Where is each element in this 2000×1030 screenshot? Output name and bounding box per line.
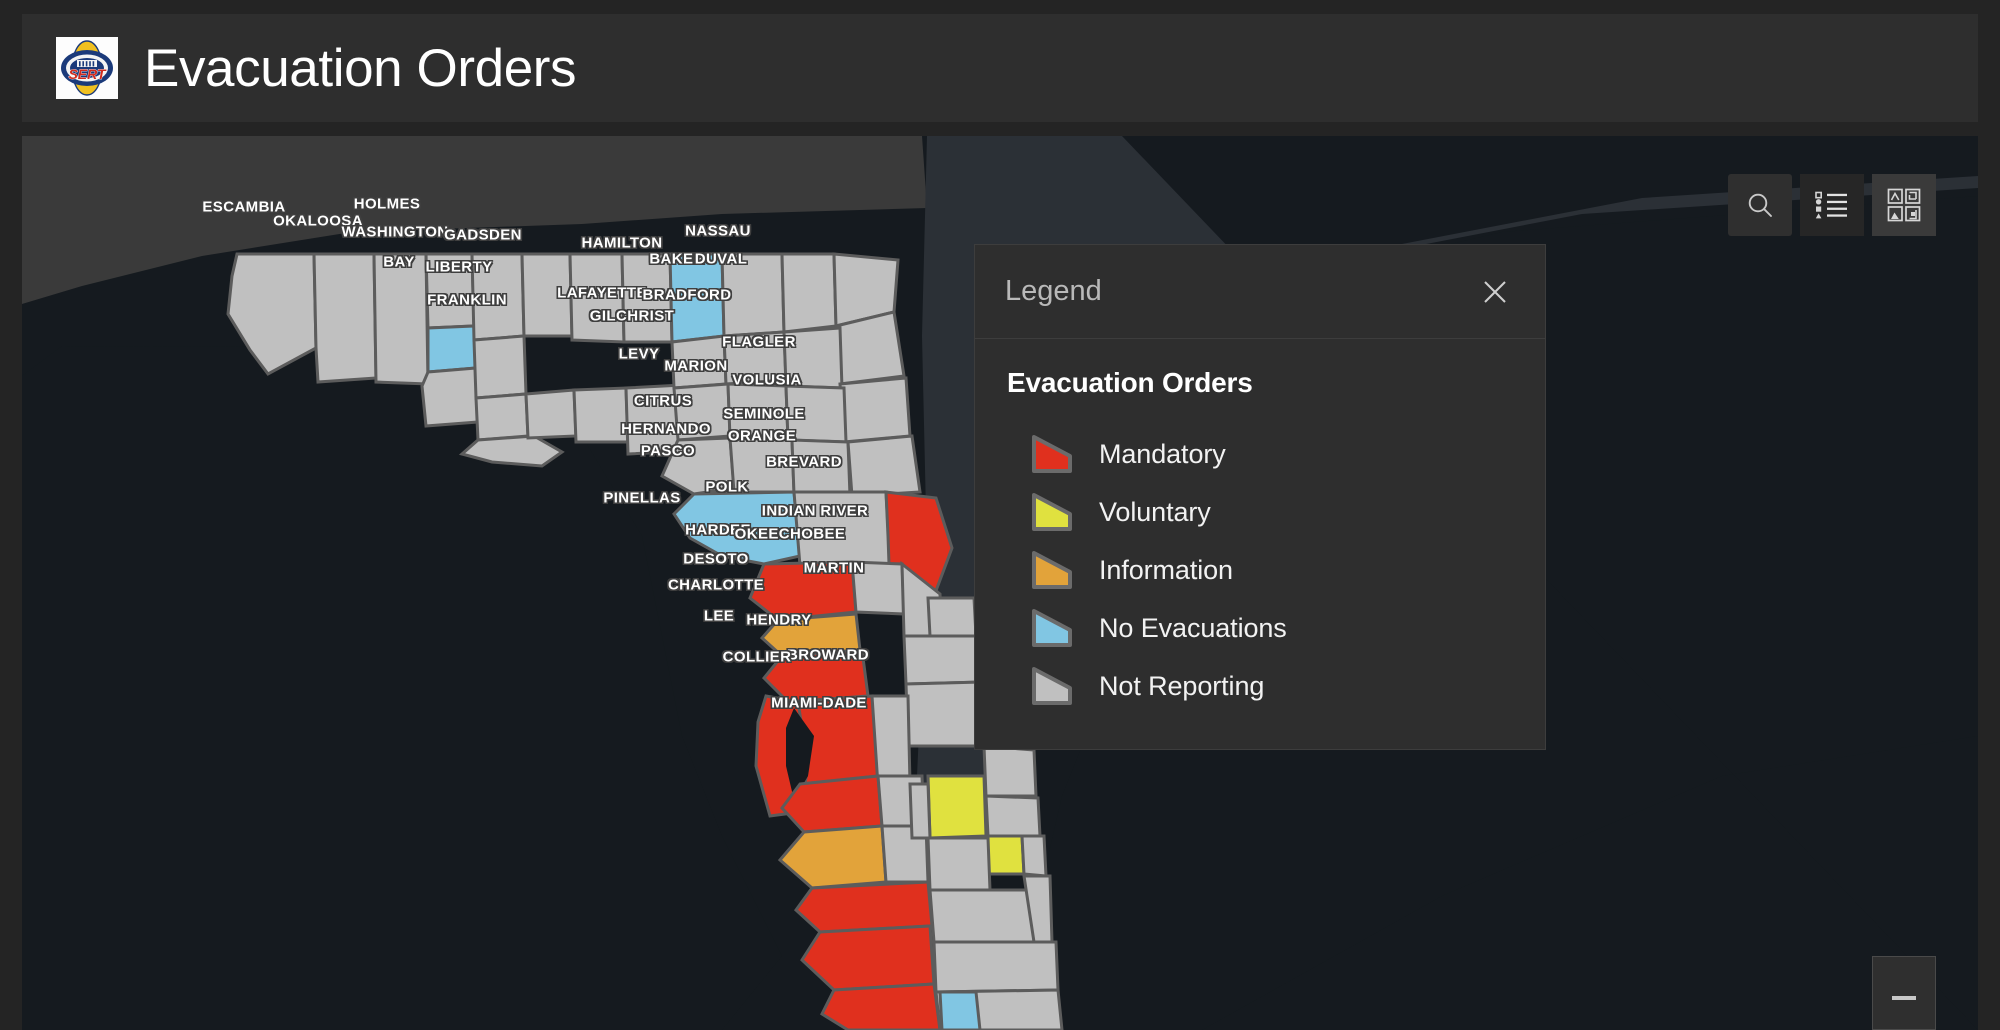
county-charlotte[interactable] [793, 880, 934, 934]
search-button[interactable] [1728, 174, 1792, 236]
county-madison[interactable] [620, 252, 674, 344]
legend-panel-header: Legend [975, 245, 1545, 339]
legend-panel-title: Legend [1005, 275, 1102, 307]
legend-item-label: Mandatory [1099, 438, 1226, 469]
sert-logo: SERT [56, 37, 118, 99]
sert-logo-text: SERT [68, 66, 107, 82]
county-lee[interactable] [800, 924, 936, 992]
county-bay[interactable] [420, 366, 480, 428]
county-union-sub[interactable] [722, 330, 788, 386]
minus-icon [1892, 996, 1916, 1000]
county-citrus[interactable] [748, 560, 858, 622]
basemap-button[interactable] [1872, 174, 1936, 236]
county-putnam[interactable] [790, 438, 852, 498]
county-osceola[interactable] [904, 680, 986, 748]
zoom-control [1872, 956, 1936, 1030]
county-holmes[interactable] [424, 252, 476, 330]
legend-swatch [1032, 435, 1072, 473]
app-header: SERT Evacuation Orders [22, 14, 1978, 122]
county-okeechobee[interactable] [926, 774, 988, 840]
county-stjohns[interactable] [838, 376, 912, 444]
county-walton[interactable] [372, 252, 430, 386]
county-seminole[interactable] [926, 596, 978, 638]
county-stlucie[interactable] [984, 794, 1042, 838]
legend-item: No Evacuations [1005, 599, 1515, 657]
county-sumter[interactable] [850, 560, 906, 616]
county-calhoun[interactable] [472, 334, 528, 400]
legend-item-label: Information [1099, 554, 1233, 585]
legend-button[interactable] [1800, 174, 1864, 236]
county-jefferson[interactable] [572, 386, 630, 444]
county-suwannee[interactable] [670, 334, 728, 390]
map-canvas[interactable]: .cty { stroke:#5c5c5c; stroke-width:3; }… [22, 136, 1978, 1030]
evacuation-orders-app: SERT Evacuation Orders .cty { stroke:#5c… [0, 0, 2000, 1030]
page-title: Evacuation Orders [144, 38, 577, 98]
legend-item-label: No Evacuations [1099, 612, 1287, 643]
close-icon [1484, 280, 1506, 303]
legend-swatch [1032, 551, 1072, 589]
county-monroe-tip[interactable] [938, 990, 982, 1030]
legend-layer-title: Evacuation Orders [1007, 367, 1253, 398]
county-orange[interactable] [902, 634, 984, 686]
county-baker[interactable] [780, 252, 838, 334]
county-gadsden[interactable] [520, 252, 574, 338]
legend-item-label: Not Reporting [1099, 670, 1265, 701]
county-marion[interactable] [792, 490, 892, 568]
legend-swatch [1032, 493, 1072, 531]
legend-close-button[interactable] [1473, 270, 1517, 314]
legend-item: Information [1005, 541, 1515, 599]
county-bradford[interactable] [782, 326, 844, 390]
county-gilchrist-alachua[interactable] [728, 436, 796, 494]
county-glades[interactable] [926, 836, 992, 892]
county-lafayette[interactable] [672, 382, 732, 442]
sert-logo-emblem: SERT [61, 40, 113, 96]
county-jackson[interactable] [470, 252, 526, 342]
county-liberty[interactable] [474, 392, 530, 442]
legend-swatch [1032, 609, 1072, 647]
search-icon [1748, 193, 1772, 217]
county-flagler[interactable] [846, 434, 922, 498]
legend-item: Voluntary [1005, 483, 1515, 541]
county-broward[interactable] [932, 940, 1060, 994]
county-columbia[interactable] [720, 252, 786, 338]
county-hamilton[interactable] [668, 252, 726, 344]
county-martin-e[interactable] [1020, 834, 1048, 878]
county-highlands[interactable] [908, 782, 932, 840]
legend-panel: Legend Evacuation Orders Mandatory Volunt… [974, 244, 1546, 750]
county-collier[interactable] [820, 982, 942, 1030]
legend-icon [1815, 191, 1847, 219]
county-alachua-n[interactable] [726, 382, 790, 442]
county-hernando[interactable] [759, 612, 862, 658]
county-duval[interactable] [834, 310, 906, 386]
county-martin-w[interactable] [984, 834, 1026, 876]
zoom-control-stub [1873, 957, 1935, 967]
county-clay[interactable] [784, 384, 848, 444]
map-toolbar [1728, 174, 1936, 236]
legend-item: Mandatory [1005, 425, 1515, 483]
county-okaloosa[interactable] [312, 252, 378, 384]
basemap-gallery-icon [1887, 188, 1921, 222]
county-washington[interactable] [426, 324, 478, 374]
zoom-out-button[interactable] [1873, 967, 1935, 1029]
county-indian-river[interactable] [982, 744, 1038, 798]
legend-item-list: Mandatory Voluntary Information No Evacuati… [1005, 425, 1515, 715]
legend-item: Not Reporting [1005, 657, 1515, 715]
county-leon[interactable] [568, 252, 626, 344]
legend-panel-body: Evacuation Orders Mandatory Voluntary Info… [975, 339, 1545, 749]
county-polk[interactable] [870, 694, 912, 788]
county-pasco[interactable] [761, 648, 870, 704]
county-hendry[interactable] [928, 888, 1036, 944]
county-wakulla[interactable] [524, 388, 578, 440]
legend-item-label: Voluntary [1099, 496, 1211, 527]
legend-swatch [1032, 667, 1072, 705]
